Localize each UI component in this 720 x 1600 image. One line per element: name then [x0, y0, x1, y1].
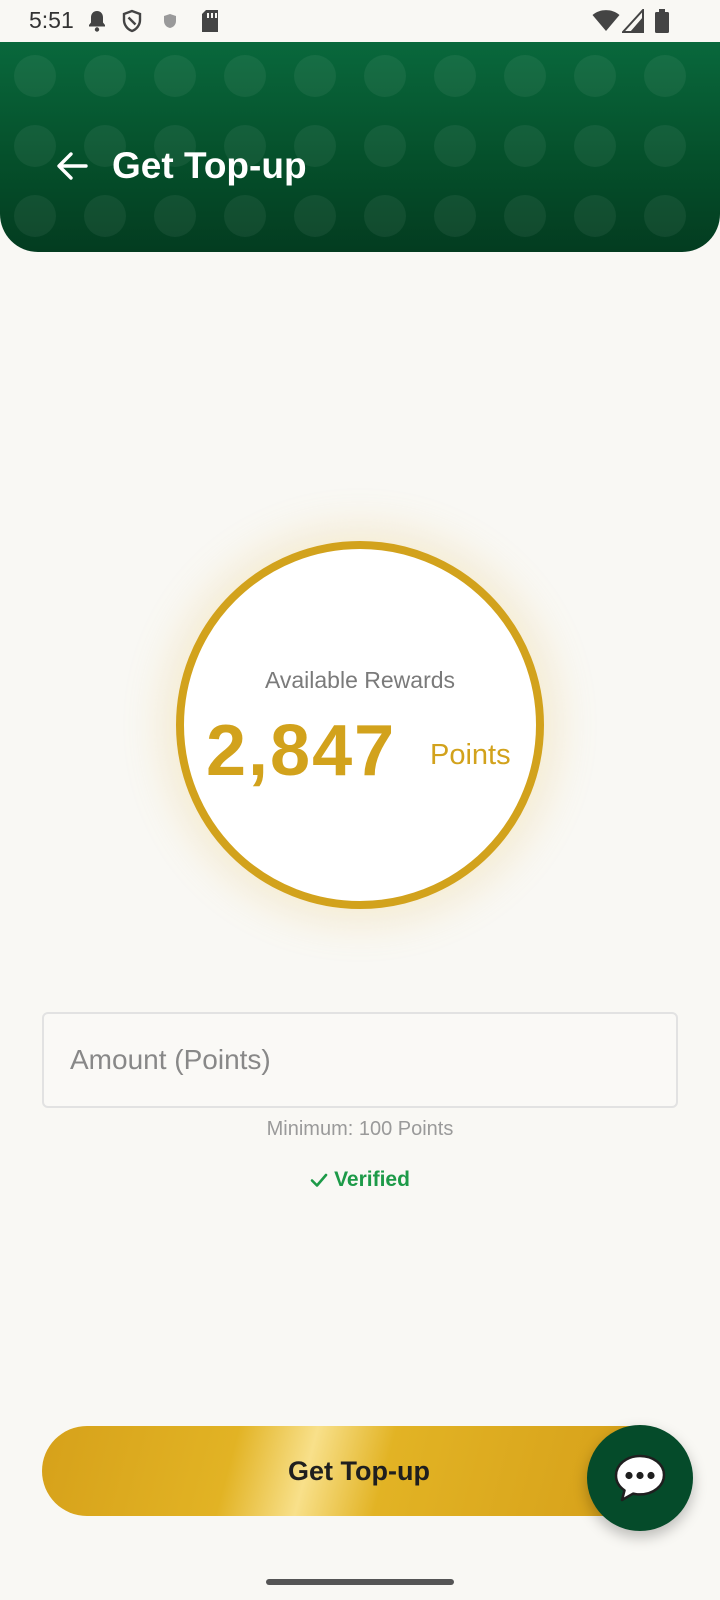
shield-icon — [120, 9, 144, 38]
get-topup-button[interactable]: Get Top-up — [42, 1426, 676, 1516]
amount-field[interactable] — [42, 1012, 678, 1108]
arrow-left-icon — [57, 152, 88, 180]
status-time: 5:51 — [29, 7, 74, 33]
app-header: Get Top-up — [0, 42, 720, 252]
rewards-balance-card: Available Rewards 2,847 Points — [176, 541, 544, 909]
chat-button[interactable] — [587, 1425, 693, 1531]
rewards-points-unit: Points — [430, 739, 511, 771]
verified-label: Verified — [334, 1168, 410, 1191]
back-button[interactable] — [50, 144, 94, 188]
verified-status: Verified — [0, 1168, 720, 1194]
page-title: Get Top-up — [112, 145, 307, 186]
minimum-hint: Minimum: 100 Points — [266, 1118, 454, 1140]
home-indicator[interactable] — [266, 1579, 454, 1585]
wifi-icon — [592, 9, 620, 38]
rewards-points-value: 2,847 — [206, 711, 397, 791]
small-shield-icon — [163, 13, 177, 34]
rewards-label: Available Rewards — [264, 667, 456, 693]
chat-bubble-icon — [614, 1454, 666, 1502]
header-dot-pattern — [14, 55, 686, 237]
sd-card-icon — [200, 9, 220, 38]
battery-icon — [654, 9, 670, 38]
amount-input[interactable] — [70, 1036, 650, 1084]
status-bar: 5:51 — [0, 0, 720, 42]
notification-bell-icon — [86, 9, 108, 38]
checkmark-icon — [310, 1173, 328, 1187]
cell-signal-icon — [620, 7, 644, 38]
